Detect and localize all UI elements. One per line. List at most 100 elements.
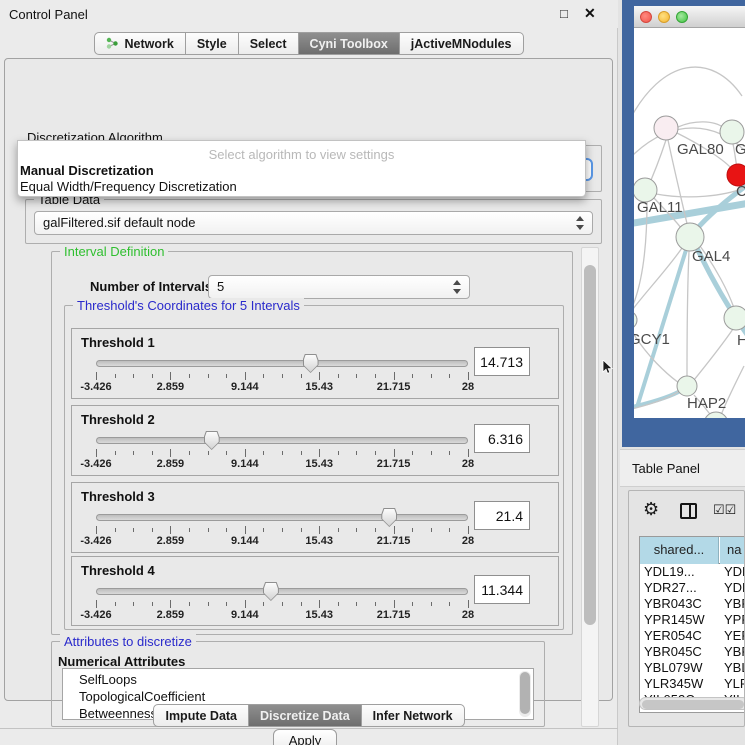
threshold-slider-track[interactable] (96, 437, 468, 444)
threshold-slider-thumb[interactable] (263, 582, 279, 601)
table-header-row: shared... na (640, 537, 745, 564)
control-panel-titlebar: Control Panel □ ✕ (0, 0, 618, 28)
zoom-window-button[interactable] (676, 11, 688, 23)
combo-stepper-icon (453, 280, 462, 295)
threshold-panel: Threshold 2 -3.4262.8599.14415.4321.7152… (71, 405, 559, 476)
table-horizontal-scrollbar[interactable] (639, 697, 745, 710)
slider-tick-labels: -3.4262.8599.14415.4321.71528 (96, 458, 468, 470)
table-row[interactable]: YBR043CYBR0 (640, 596, 745, 612)
network-node-label: GCY1 (634, 331, 670, 348)
settings-scrollbar-thumb[interactable] (584, 265, 596, 625)
cyni-bottom-tab-bar: Impute DataDiscretize DataInfer Network (0, 704, 618, 727)
tab-cyni-toolbox[interactable]: Cyni Toolbox (299, 32, 400, 55)
threshold-value-field[interactable]: 6.316 (474, 424, 530, 453)
threshold-slider-thumb[interactable] (381, 508, 397, 527)
table-row[interactable]: YBL079WYBL0 (640, 660, 745, 676)
threshold-slider-track[interactable] (96, 514, 468, 521)
numerical-attributes-label: Numerical Attributes (58, 654, 185, 669)
slider-ticks (96, 526, 468, 535)
number-of-intervals-combobox[interactable]: 5 (208, 275, 470, 299)
tab-select[interactable]: Select (239, 32, 299, 55)
threshold-label: Threshold 1 (81, 335, 155, 350)
table-row[interactable]: YLR345WYLR3 (640, 676, 745, 692)
number-of-intervals-label: Number of Intervals (90, 279, 212, 294)
float-window-icon[interactable]: □ (560, 6, 568, 21)
threshold-label: Threshold 3 (81, 489, 155, 504)
table-panel-header: Table Panel (620, 449, 745, 487)
attribute-item[interactable]: TopologicalCoefficient (79, 689, 205, 704)
dropdown-option[interactable]: Equal Width/Frequency Discretization (20, 179, 237, 194)
table-row[interactable]: YDR27...YDR2 (640, 580, 745, 596)
slider-ticks (96, 600, 468, 609)
tab-network[interactable]: Network (94, 32, 185, 55)
columns-icon[interactable] (680, 503, 697, 519)
apply-button[interactable]: Apply (273, 729, 337, 745)
table-row[interactable]: YPR145WYPR1 (640, 612, 745, 628)
network-node-label: GAL4 (692, 248, 730, 265)
column-header-name[interactable]: na (720, 537, 745, 564)
table-horizontal-scrollbar-thumb[interactable] (642, 700, 744, 709)
minimize-window-button[interactable] (658, 11, 670, 23)
tab-style[interactable]: Style (186, 32, 239, 55)
threshold-slider-thumb[interactable] (204, 431, 220, 450)
network-canvas[interactable]: GAL80GACGAL11GAL4GCY1HHAP2 (634, 28, 745, 418)
table-row[interactable]: YER054CYER0 (640, 628, 745, 644)
network-view-titlebar (634, 6, 745, 28)
network-graph: GAL80GACGAL11GAL4GCY1HHAP2 (634, 28, 745, 418)
network-node-gal80[interactable] (654, 116, 678, 140)
control-panel-tab-bar: NetworkStyleSelectCyni ToolboxjActiveMNo… (0, 32, 618, 55)
node-attribute-table: shared... na YDL19...YDL1YDR27...YDR2YBR… (639, 536, 745, 713)
threshold-panel: Threshold 3 -3.4262.8599.14415.4321.7152… (71, 482, 559, 553)
threshold-value-field[interactable]: 21.4 (474, 501, 530, 530)
attributes-group-label: Attributes to discretize (60, 634, 196, 649)
table-row[interactable]: YDL19...YDL1 (640, 564, 745, 580)
network-view-frame: GAL80GACGAL11GAL4GCY1HHAP2 (622, 0, 745, 447)
control-panel-window: Control Panel □ ✕ NetworkStyleSelectCyni… (0, 0, 618, 745)
slider-ticks (96, 449, 468, 458)
algorithm-dropdown-popup: Select algorithm to view settings Manual… (17, 140, 586, 197)
page-background: Control Panel □ ✕ NetworkStyleSelectCyni… (0, 0, 745, 745)
dropdown-hint: Select algorithm to view settings (18, 147, 585, 162)
slider-tick-labels: -3.4262.8599.14415.4321.71528 (96, 381, 468, 393)
bottom-tab-infer-network[interactable]: Infer Network (362, 704, 465, 727)
table-panel-body: ⚙ ☑☑ shared... na YDL19...YDL1YDR27...YD… (628, 490, 745, 727)
window-title: Control Panel (9, 7, 88, 22)
threshold-value-field[interactable]: 14.713 (474, 347, 530, 376)
network-node-label: HAP2 (687, 395, 726, 412)
threshold-slider-track[interactable] (96, 588, 468, 595)
table-row[interactable]: YBR045CYBR0 (640, 644, 745, 660)
network-node-gal4[interactable] (676, 223, 704, 251)
tab-jactivemnodules[interactable]: jActiveMNodules (400, 32, 524, 55)
table-panel-title: Table Panel (632, 461, 700, 476)
network-node-hap2[interactable] (677, 376, 697, 396)
bottom-tab-discretize-data[interactable]: Discretize Data (249, 704, 362, 727)
window-footer-divider (0, 728, 618, 729)
slider-ticks (96, 372, 468, 381)
attribute-item[interactable]: SelfLoops (79, 672, 137, 687)
dropdown-option[interactable]: Manual Discretization (20, 163, 154, 178)
close-window-button[interactable] (640, 11, 652, 23)
network-node[interactable] (704, 412, 728, 418)
bottom-tab-impute-data[interactable]: Impute Data (153, 704, 249, 727)
settings-vertical-scrollbar[interactable] (581, 247, 599, 727)
cyni-toolbox-panel: Discretization Algorithm Table Data galF… (4, 58, 613, 701)
threshold-slider-thumb[interactable] (303, 354, 319, 373)
table-data-group: Table Data galFiltered.sif default node (25, 199, 602, 244)
threshold-label: Threshold 4 (81, 563, 155, 578)
gear-icon[interactable]: ⚙ (643, 499, 659, 520)
network-node-gcy1[interactable] (634, 311, 637, 329)
threshold-value-field[interactable]: 11.344 (474, 575, 530, 604)
threshold-panel: Threshold 1 -3.4262.8599.14415.4321.7152… (71, 328, 559, 399)
network-node-label: C (736, 183, 745, 200)
close-icon[interactable]: ✕ (584, 5, 596, 22)
network-node-label: GAL80 (677, 141, 724, 158)
threshold-slider-track[interactable] (96, 360, 468, 367)
interval-definition-group-label: Interval Definition (60, 244, 168, 259)
thresholds-group-label: Threshold's Coordinates for 5 Intervals (73, 298, 304, 313)
network-node-h[interactable] (724, 306, 745, 330)
column-header-shared-name[interactable]: shared... (640, 537, 719, 564)
select-columns-icon[interactable]: ☑☑ (713, 502, 736, 518)
combo-stepper-icon (576, 216, 585, 231)
interval-definition-group: Interval Definition Number of Intervals … (51, 251, 573, 635)
table-data-combobox[interactable]: galFiltered.sif default node (34, 211, 593, 235)
